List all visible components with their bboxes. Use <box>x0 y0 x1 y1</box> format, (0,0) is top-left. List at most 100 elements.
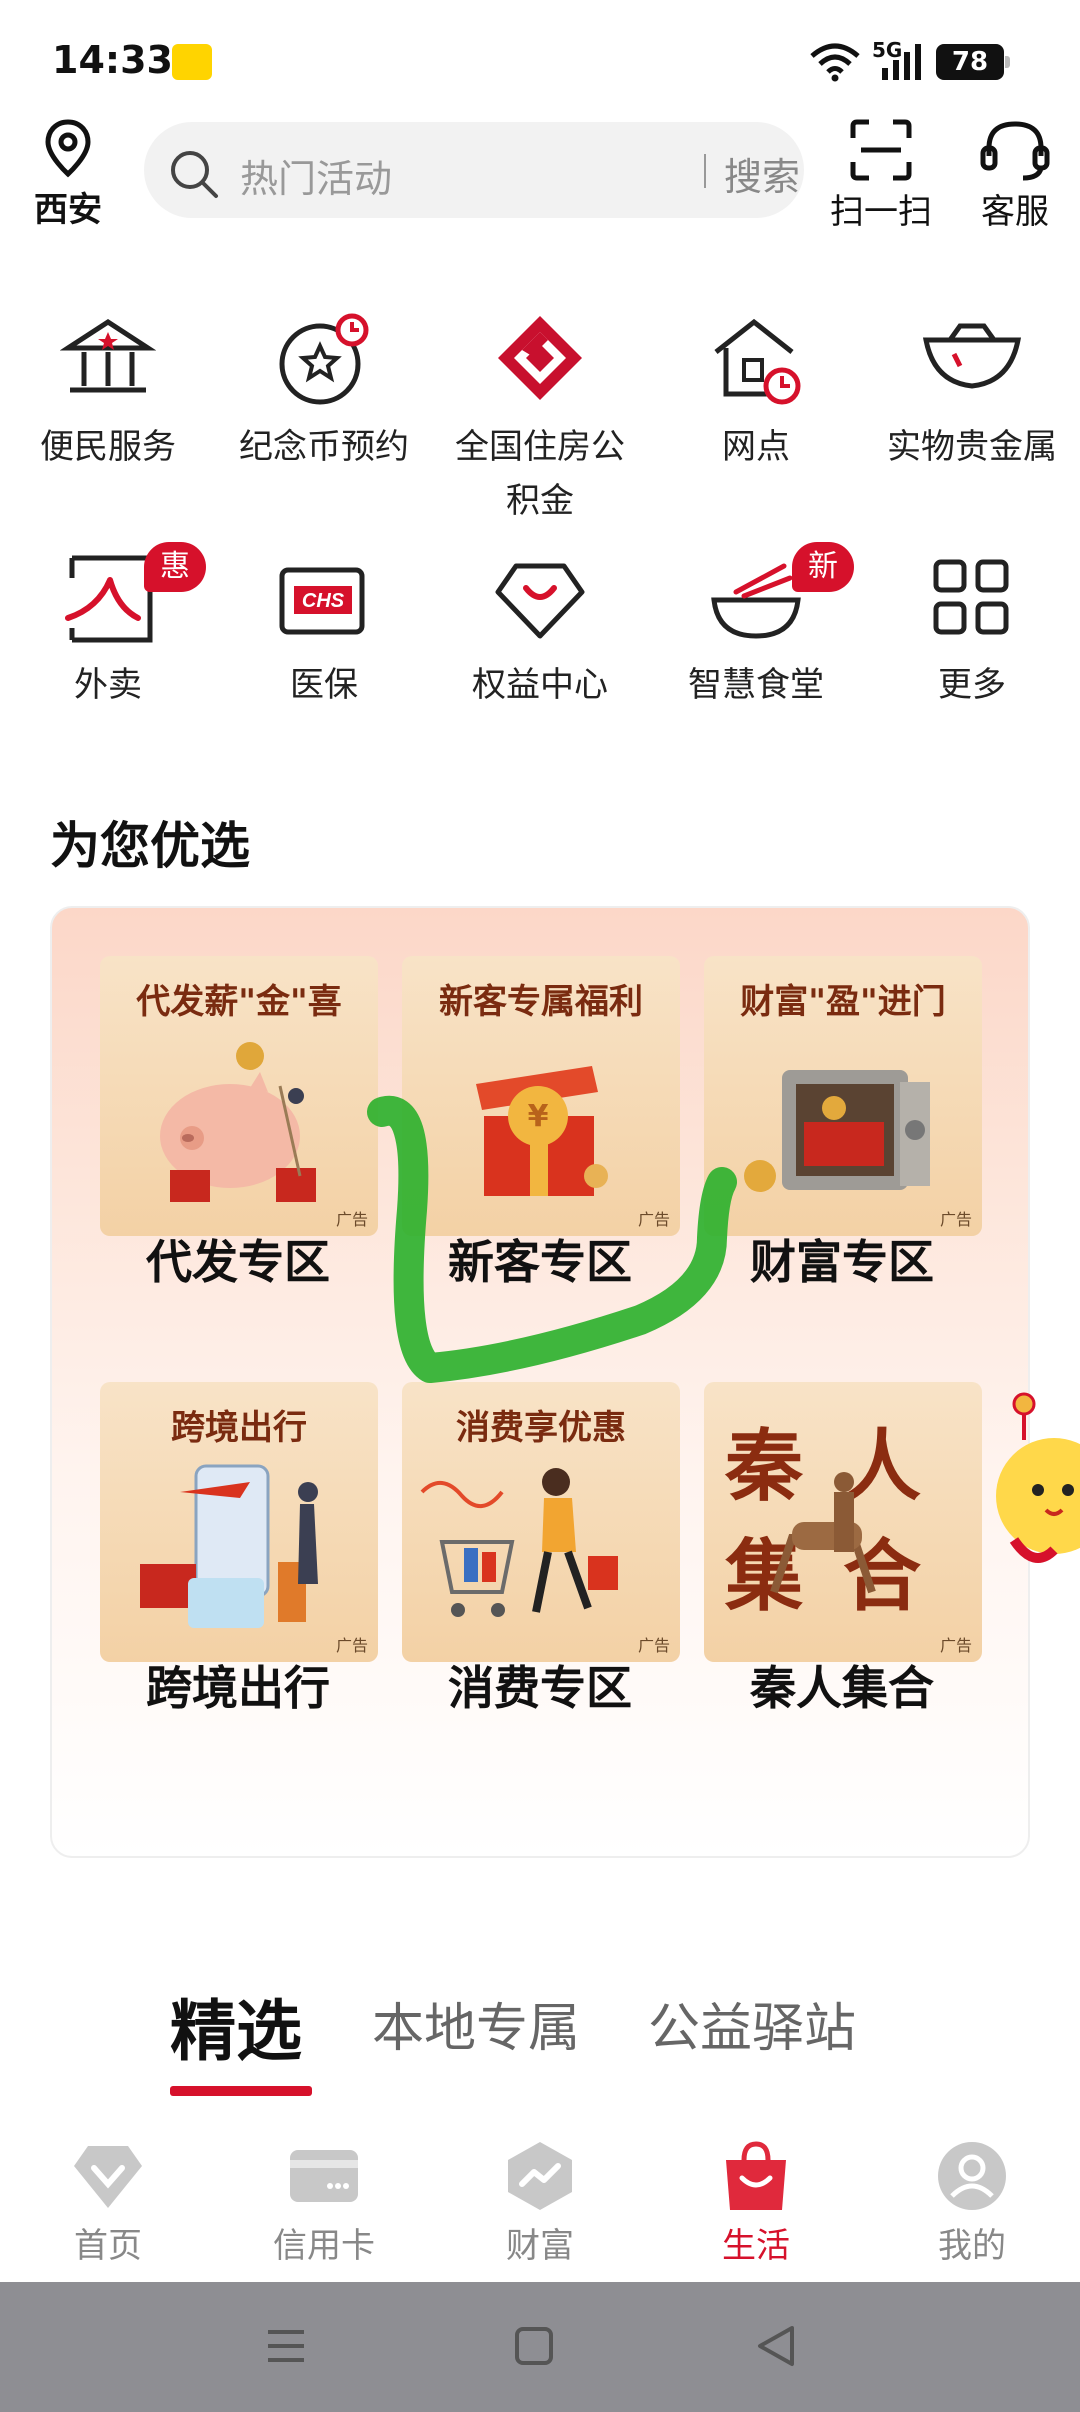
piggy-bank-icon <box>160 1042 316 1202</box>
service-label: 便民服务 <box>40 427 176 467</box>
service-convenience[interactable]: 便民服务 <box>0 310 216 474</box>
promo-tile-consumption[interactable]: 消费享优惠 广告 <box>402 1382 680 1662</box>
bank-icon <box>60 319 156 393</box>
tab-featured[interactable]: 精选 <box>170 1978 302 2074</box>
customer-service-label: 客服 <box>981 192 1049 232</box>
promo-tile-cross-border[interactable]: 跨境出行 广告 <box>100 1382 378 1662</box>
promo-tile-title: 新客专属福利 <box>439 982 643 1022</box>
grid-more-icon <box>933 559 1009 635</box>
search-placeholder: 热门活动 <box>240 157 393 201</box>
home-diamond-icon <box>74 2146 142 2208</box>
notification-app-icon <box>172 44 212 80</box>
top-header: 西安 热门活动 搜索 扫一扫 客服 <box>0 112 1080 252</box>
tab-local[interactable]: 本地专属 <box>372 1986 580 2061</box>
service-label: 更多 <box>938 665 1006 705</box>
wifi-icon <box>810 43 860 82</box>
gift-box-icon: ¥ <box>476 1066 608 1196</box>
zone-label[interactable]: 新客专区 <box>390 1226 690 1292</box>
status-bar: 14:33 5G 78 <box>0 0 1080 120</box>
promo-tile-payroll[interactable]: 代发薪"金"喜 广告 <box>100 956 378 1236</box>
promo-tile-qin-people[interactable]: 秦人 集合 广告 <box>704 1382 982 1662</box>
scan-icon <box>850 119 912 181</box>
search-bar[interactable]: 热门活动 搜索 <box>144 122 804 218</box>
back-triangle-icon[interactable] <box>754 2322 798 2370</box>
svg-text:¥: ¥ <box>528 1099 549 1134</box>
location-city: 西安 <box>34 190 102 230</box>
service-label: 智慧食堂 <box>688 665 824 705</box>
location-pin-icon <box>45 119 91 178</box>
shopping-cart-icon <box>420 1468 618 1617</box>
service-label: 医保 <box>290 665 358 705</box>
safe-icon <box>744 1070 930 1192</box>
nav-label: 生活 <box>722 2226 790 2266</box>
service-label: 权益中心 <box>472 665 608 705</box>
svg-text:CHS: CHS <box>302 590 345 612</box>
system-navigation-bar <box>0 2282 1080 2412</box>
location-selector[interactable]: 西安 <box>28 118 108 231</box>
service-label: 全国住房公 积金 <box>455 427 625 521</box>
service-takeout[interactable]: 惠 外卖 <box>0 542 216 712</box>
promo-tile-title: 消费享优惠 <box>456 1408 626 1448</box>
service-label: 实物贵金属 <box>887 427 1057 467</box>
service-medical-insurance[interactable]: CHS 医保 <box>216 548 432 712</box>
menu-icon[interactable] <box>264 2322 308 2370</box>
new-badge: 新 <box>792 542 854 592</box>
service-housing-fund[interactable]: 全国住房公 积金 <box>432 310 648 528</box>
service-label: 纪念币预约 <box>239 427 409 467</box>
profile-icon <box>938 2142 1006 2210</box>
battery-level: 78 <box>936 44 1010 80</box>
nav-profile[interactable]: 我的 <box>864 2138 1080 2267</box>
gold-ingot-icon <box>922 323 1022 389</box>
zone-label[interactable]: 代发专区 <box>88 1226 388 1292</box>
promo-tile-new-customer[interactable]: 新客专属福利 ¥ 广告 <box>402 956 680 1236</box>
service-more[interactable]: 更多 <box>864 548 1080 712</box>
nav-label: 信用卡 <box>273 2226 375 2266</box>
service-benefits-center[interactable]: 权益中心 <box>432 548 648 712</box>
zone-label[interactable]: 跨境出行 <box>88 1652 388 1718</box>
nav-home[interactable]: 首页 <box>0 2138 216 2267</box>
headset-icon <box>980 121 1050 181</box>
nav-label: 财富 <box>506 2226 574 2266</box>
chs-card-icon: CHS <box>279 567 365 635</box>
coin-star-icon <box>279 313 369 405</box>
zone-label[interactable]: 财富专区 <box>692 1226 992 1292</box>
takeout-icon <box>65 555 153 643</box>
search-button[interactable]: 搜索 <box>724 146 800 201</box>
wealth-chart-icon <box>508 2142 572 2210</box>
promo-badge: 惠 <box>144 542 206 592</box>
service-label: 网点 <box>722 427 790 467</box>
featured-promo-card: 代发薪"金"喜 广告 新客专属福利 ¥ 广告 财富"盈"进门 广告 代发专区 新… <box>50 906 1030 1858</box>
scan-button[interactable]: 扫一扫 <box>826 118 936 233</box>
promo-tile-title: 代发薪"金"喜 <box>136 982 342 1022</box>
active-tab-indicator <box>170 2086 312 2096</box>
home-square-icon[interactable] <box>512 2322 556 2370</box>
nav-credit-card[interactable]: 信用卡 <box>216 2138 432 2267</box>
service-precious-metal[interactable]: 实物贵金属 <box>864 310 1080 474</box>
promo-tile-wealth[interactable]: 财富"盈"进门 广告 <box>704 956 982 1236</box>
search-icon <box>171 151 218 198</box>
signal-icon <box>882 44 921 80</box>
section-title: 为您优选 <box>50 817 250 875</box>
customer-service-button[interactable]: 客服 <box>960 118 1070 233</box>
housing-fund-logo-icon <box>498 316 582 400</box>
service-smart-canteen[interactable]: 新 智慧食堂 <box>648 542 864 712</box>
service-commemorative-coin[interactable]: 纪念币预约 <box>216 310 432 474</box>
search-divider <box>704 154 706 188</box>
diamond-icon <box>495 563 585 639</box>
promo-tile-title: 跨境出行 <box>171 1408 307 1448</box>
zone-label[interactable]: 秦人集合 <box>692 1652 992 1718</box>
nav-label: 我的 <box>938 2226 1006 2266</box>
scan-label: 扫一扫 <box>830 192 932 232</box>
feed-tabs: 精选 本地专属 公益驿站 <box>0 1986 1080 2086</box>
credit-card-icon <box>290 2150 358 2202</box>
tab-charity[interactable]: 公益驿站 <box>648 1986 856 2061</box>
promo-tile-title: 财富"盈"进门 <box>740 982 946 1022</box>
nav-life[interactable]: 生活 <box>648 2138 864 2267</box>
terracotta-warrior-icon <box>770 1472 876 1594</box>
shopping-bag-icon <box>726 2141 786 2210</box>
floating-mascot-icon[interactable] <box>994 1390 1080 1590</box>
nav-label: 首页 <box>74 2226 142 2266</box>
nav-wealth[interactable]: 财富 <box>432 2138 648 2267</box>
zone-label[interactable]: 消费专区 <box>390 1652 690 1718</box>
service-branch[interactable]: 网点 <box>648 310 864 474</box>
